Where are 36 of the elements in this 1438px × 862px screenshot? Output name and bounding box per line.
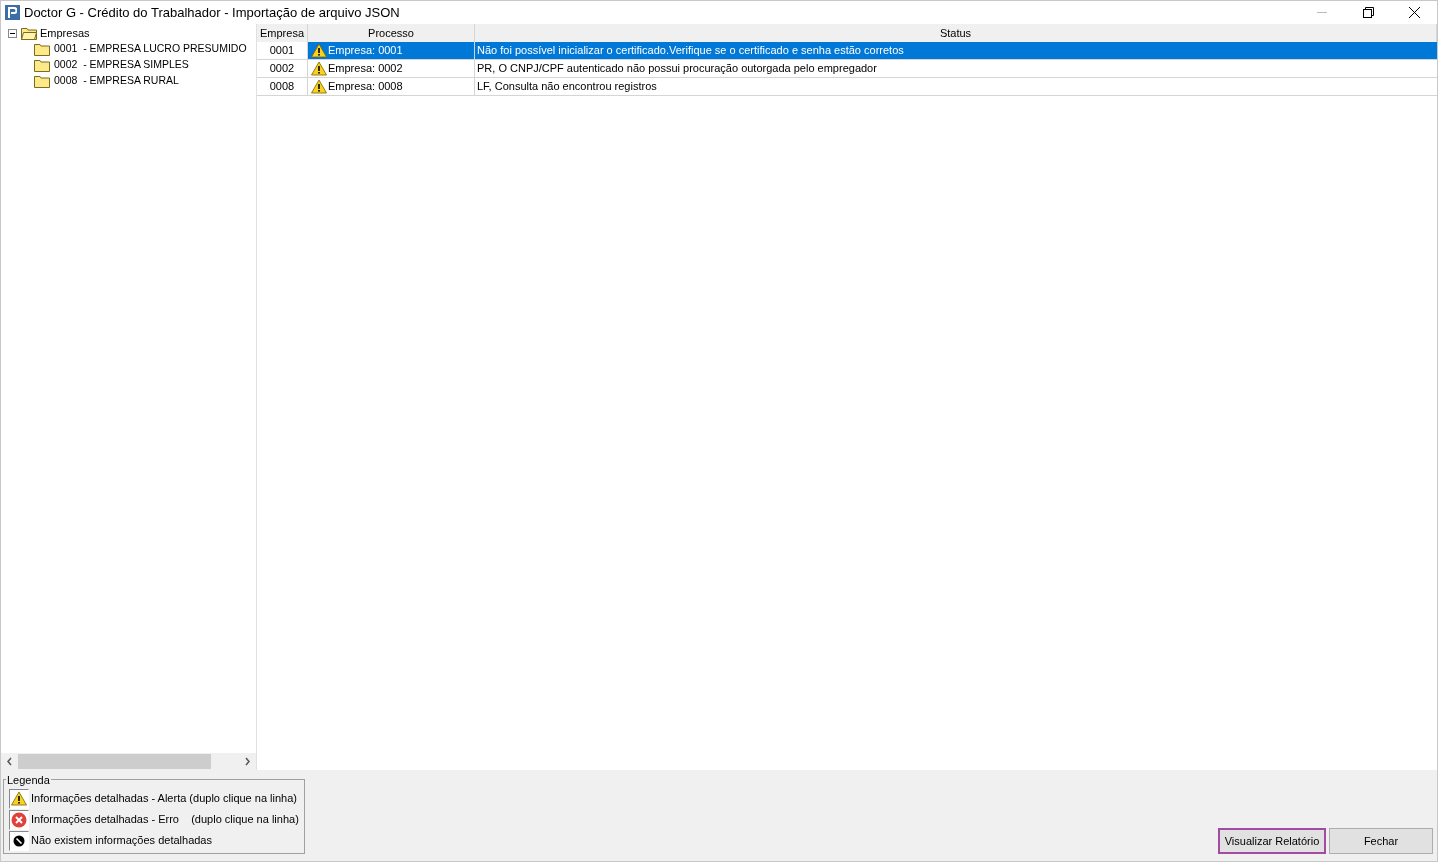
prohibited-icon [13,834,25,847]
collapse-toggle[interactable] [8,28,17,38]
error-icon [11,811,27,828]
dialog-button[interactable]: Visualizar Relatório [1218,828,1326,854]
warning-icon [11,791,27,806]
table-cell: Empresa: 0008 [308,78,475,95]
scrollbar-thumb[interactable] [18,754,211,769]
close-icon [1408,7,1420,18]
app-logo-icon [5,5,20,20]
warning-icon [311,43,327,58]
tree-item[interactable]: Empresas [40,24,90,42]
table-row[interactable]: 0008 Empresa: 0008 LF, Consulta não encontrou registros [257,78,1437,96]
folder-icon [34,58,50,72]
window-title: Doctor G - Crédito do Trabalhador - Importação de arquivo JSON [24,3,400,22]
legend-label: Não existem informações detalhadas [31,833,212,849]
table-cell: Não foi possível inicializar o certificado.Verifique se o certificado e senha estão corretos [475,42,1437,59]
tree-item[interactable]: 0008 - EMPRESA RURAL [54,73,179,89]
horizontal-scrollbar[interactable] [1,753,256,770]
table-row[interactable]: 0002 Empresa: 0002 PR, O CNPJ/CPF autenticado não possui procuração outorgada pelo empregador [257,60,1437,78]
folder-icon [34,42,50,56]
tree-item[interactable]: 0001 - EMPRESA LUCRO PRESUMIDO [54,41,247,57]
minimize-icon [1317,12,1327,13]
legend-label: Informações detalhadas - Erro (duplo clique na linha) [31,812,299,828]
open-folder-icon [21,26,37,40]
minus-icon [10,30,15,36]
legend-title: Legenda [6,772,51,788]
legend-label: Informações detalhadas - Alerta (duplo clique na linha) [31,791,297,807]
table-row[interactable]: 0001 Empresa: 0001 Não foi possível inicializar o certificado.Verifique se o certificado e senha estão corretos [257,42,1437,60]
warning-icon [311,79,327,94]
folder-icon [34,74,50,88]
warning-icon [311,61,327,76]
restore-icon [1362,7,1374,18]
tree-item[interactable]: 0002 - EMPRESA SIMPLES [54,57,189,73]
table-cell: Empresa: 0001 [308,42,475,59]
table-cell: Empresa: 0002 [308,60,475,77]
dialog-button[interactable]: Fechar [1329,828,1433,854]
